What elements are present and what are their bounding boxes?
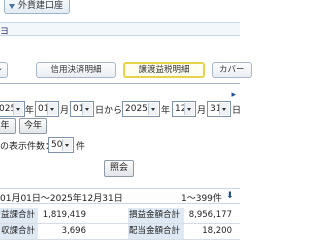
page-header-bar: ヨ <box>0 22 240 37</box>
to-month-select[interactable]: 12 <box>172 101 196 117</box>
chevron-down-icon <box>184 103 194 115</box>
download-icon[interactable]: ⬇ <box>226 191 234 201</box>
last-year-button[interactable]: 年 <box>0 118 16 134</box>
arrow-right-icon[interactable]: ▸ <box>231 90 236 100</box>
query-button[interactable]: 照会 <box>104 160 134 177</box>
to-year-select[interactable]: 2025 <box>122 101 160 117</box>
divider <box>0 83 240 84</box>
result-range: 1～399件 <box>181 194 222 204</box>
per-page-unit: 件 <box>76 142 86 152</box>
from-day-select[interactable]: 01 <box>70 101 94 117</box>
summary-value: 1,819,419 <box>42 210 86 220</box>
summary-row: 収課合計 3,696 配当金額合計 18,200 <box>0 224 240 240</box>
tab-foreign-currency-account[interactable]: 外貨建口座 <box>4 0 70 14</box>
summary-header: 益課合計 <box>0 208 38 223</box>
chevron-down-icon <box>13 103 23 115</box>
from-to-connector: から <box>104 106 123 116</box>
tab-margin-settlement[interactable]: 信用決済明細 <box>36 62 116 78</box>
summary-header: 収課合計 <box>0 224 38 239</box>
summary-row: 益課合計 1,819,419 損益金額合計 8,956,177 <box>0 208 240 224</box>
from-year-select[interactable]: 025 <box>0 101 25 117</box>
tab-cover[interactable]: カバー <box>212 62 252 78</box>
chevron-down-icon <box>148 103 158 115</box>
month-unit: 月 <box>60 106 70 116</box>
chevron-down-icon <box>47 103 57 115</box>
tab-label: 外貨建口座 <box>18 1 64 11</box>
summary-value: 18,200 <box>202 226 232 236</box>
tab-capital-gains-tax[interactable]: 譲渡益税明細 <box>123 62 205 78</box>
to-day-select[interactable]: 31 <box>207 101 231 117</box>
results-header: 01月01日～2025年12月31日 1～399件 ⬇ <box>0 188 240 204</box>
page-title-fragment: ヨ <box>0 27 10 37</box>
from-month-select[interactable]: 01 <box>35 101 59 117</box>
triangle-down-icon <box>9 4 15 9</box>
day-unit: 日 <box>232 106 242 116</box>
day-unit: 日 <box>95 106 105 116</box>
summary-value: 3,696 <box>61 226 86 236</box>
per-page-label: の表示件数： <box>0 142 55 152</box>
tab-previous[interactable]: レ <box>0 62 8 78</box>
summary-header: 配当金額合計 <box>128 224 184 239</box>
this-year-button[interactable]: 今年 <box>19 118 47 134</box>
chevron-down-icon <box>82 103 92 115</box>
period-text: 01月01日～2025年12月31日 <box>0 194 123 204</box>
per-page-select[interactable]: 50 <box>48 137 74 153</box>
year-unit: 年 <box>25 106 35 116</box>
year-unit: 年 <box>161 106 171 116</box>
summary-value: 8,956,177 <box>188 210 232 220</box>
month-unit: 月 <box>197 106 207 116</box>
summary-header: 損益金額合計 <box>128 208 184 223</box>
chevron-down-icon <box>62 139 72 151</box>
chevron-down-icon <box>219 103 229 115</box>
